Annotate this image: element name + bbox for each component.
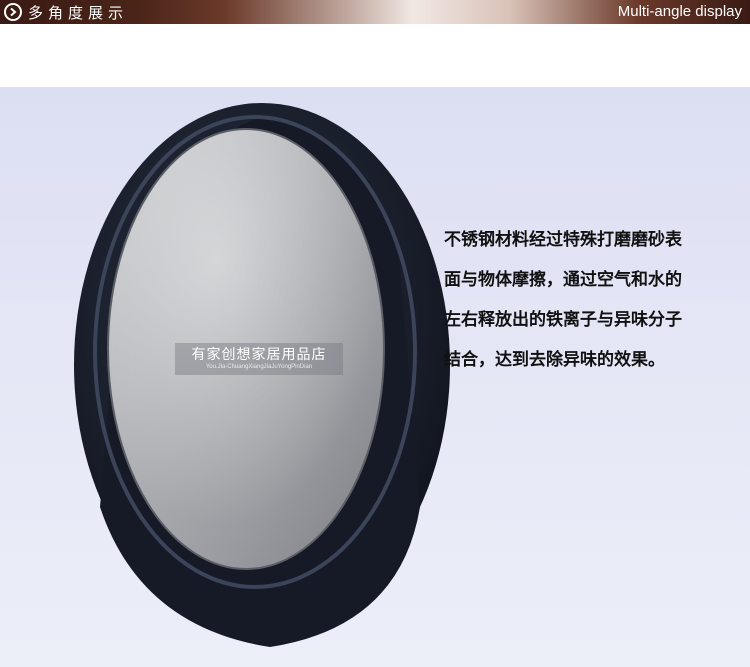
description-line: 结合，达到去除异味的效果。 — [444, 350, 665, 370]
description-line: 左右释放出的铁离子与异味分子 — [444, 310, 682, 330]
description-line: 面与物体摩擦，通过空气和水的 — [444, 270, 682, 290]
header-title-cn: 多角度展示 — [28, 3, 129, 22]
header-title-en: Multi-angle display — [617, 3, 742, 20]
watermark-en: You.Jia-ChuangXiangJiaJuYongPinDian — [205, 364, 313, 370]
shop-watermark: 有家创想家居用品店 You.Jia-ChuangXiangJiaJuYongPi… — [175, 343, 343, 375]
chevron-right-circle-icon — [4, 3, 22, 21]
header-left: 多角度展示 — [4, 2, 128, 22]
watermark-cn: 有家创想家居用品店 — [191, 347, 327, 363]
product-description: 不锈钢材料经过特殊打磨磨砂表 面与物体摩擦，通过空气和水的 左右释放出的铁离子与… — [444, 220, 744, 380]
description-line: 不锈钢材料经过特殊打磨磨砂表 — [444, 230, 682, 250]
section-header: 多角度展示 Multi-angle display — [0, 0, 750, 24]
